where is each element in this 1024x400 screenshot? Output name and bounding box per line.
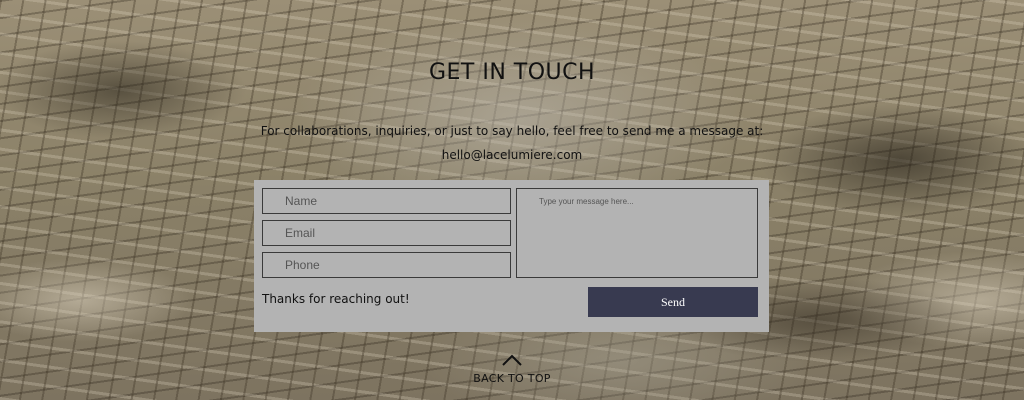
contact-form: Name Email Phone Type your message here.… bbox=[254, 180, 769, 332]
back-to-top-label: BACK TO TOP bbox=[473, 372, 551, 385]
contact-page: GET IN TOUCH For collaborations, inquiri… bbox=[0, 0, 1024, 400]
name-field[interactable]: Name bbox=[262, 188, 511, 214]
thanks-message: Thanks for reaching out! bbox=[262, 292, 410, 306]
contact-email-link[interactable]: hello@lacelumiere.com bbox=[0, 148, 1024, 162]
intro-text: For collaborations, inquiries, or just t… bbox=[260, 124, 764, 138]
send-button[interactable]: Send bbox=[588, 287, 758, 317]
email-field[interactable]: Email bbox=[262, 220, 511, 246]
phone-field[interactable]: Phone bbox=[262, 252, 511, 278]
message-textarea[interactable]: Type your message here... bbox=[516, 188, 758, 278]
chevron-up-icon bbox=[502, 354, 522, 366]
back-to-top-link[interactable]: BACK TO TOP bbox=[0, 352, 1024, 385]
page-title: GET IN TOUCH bbox=[428, 60, 596, 85]
